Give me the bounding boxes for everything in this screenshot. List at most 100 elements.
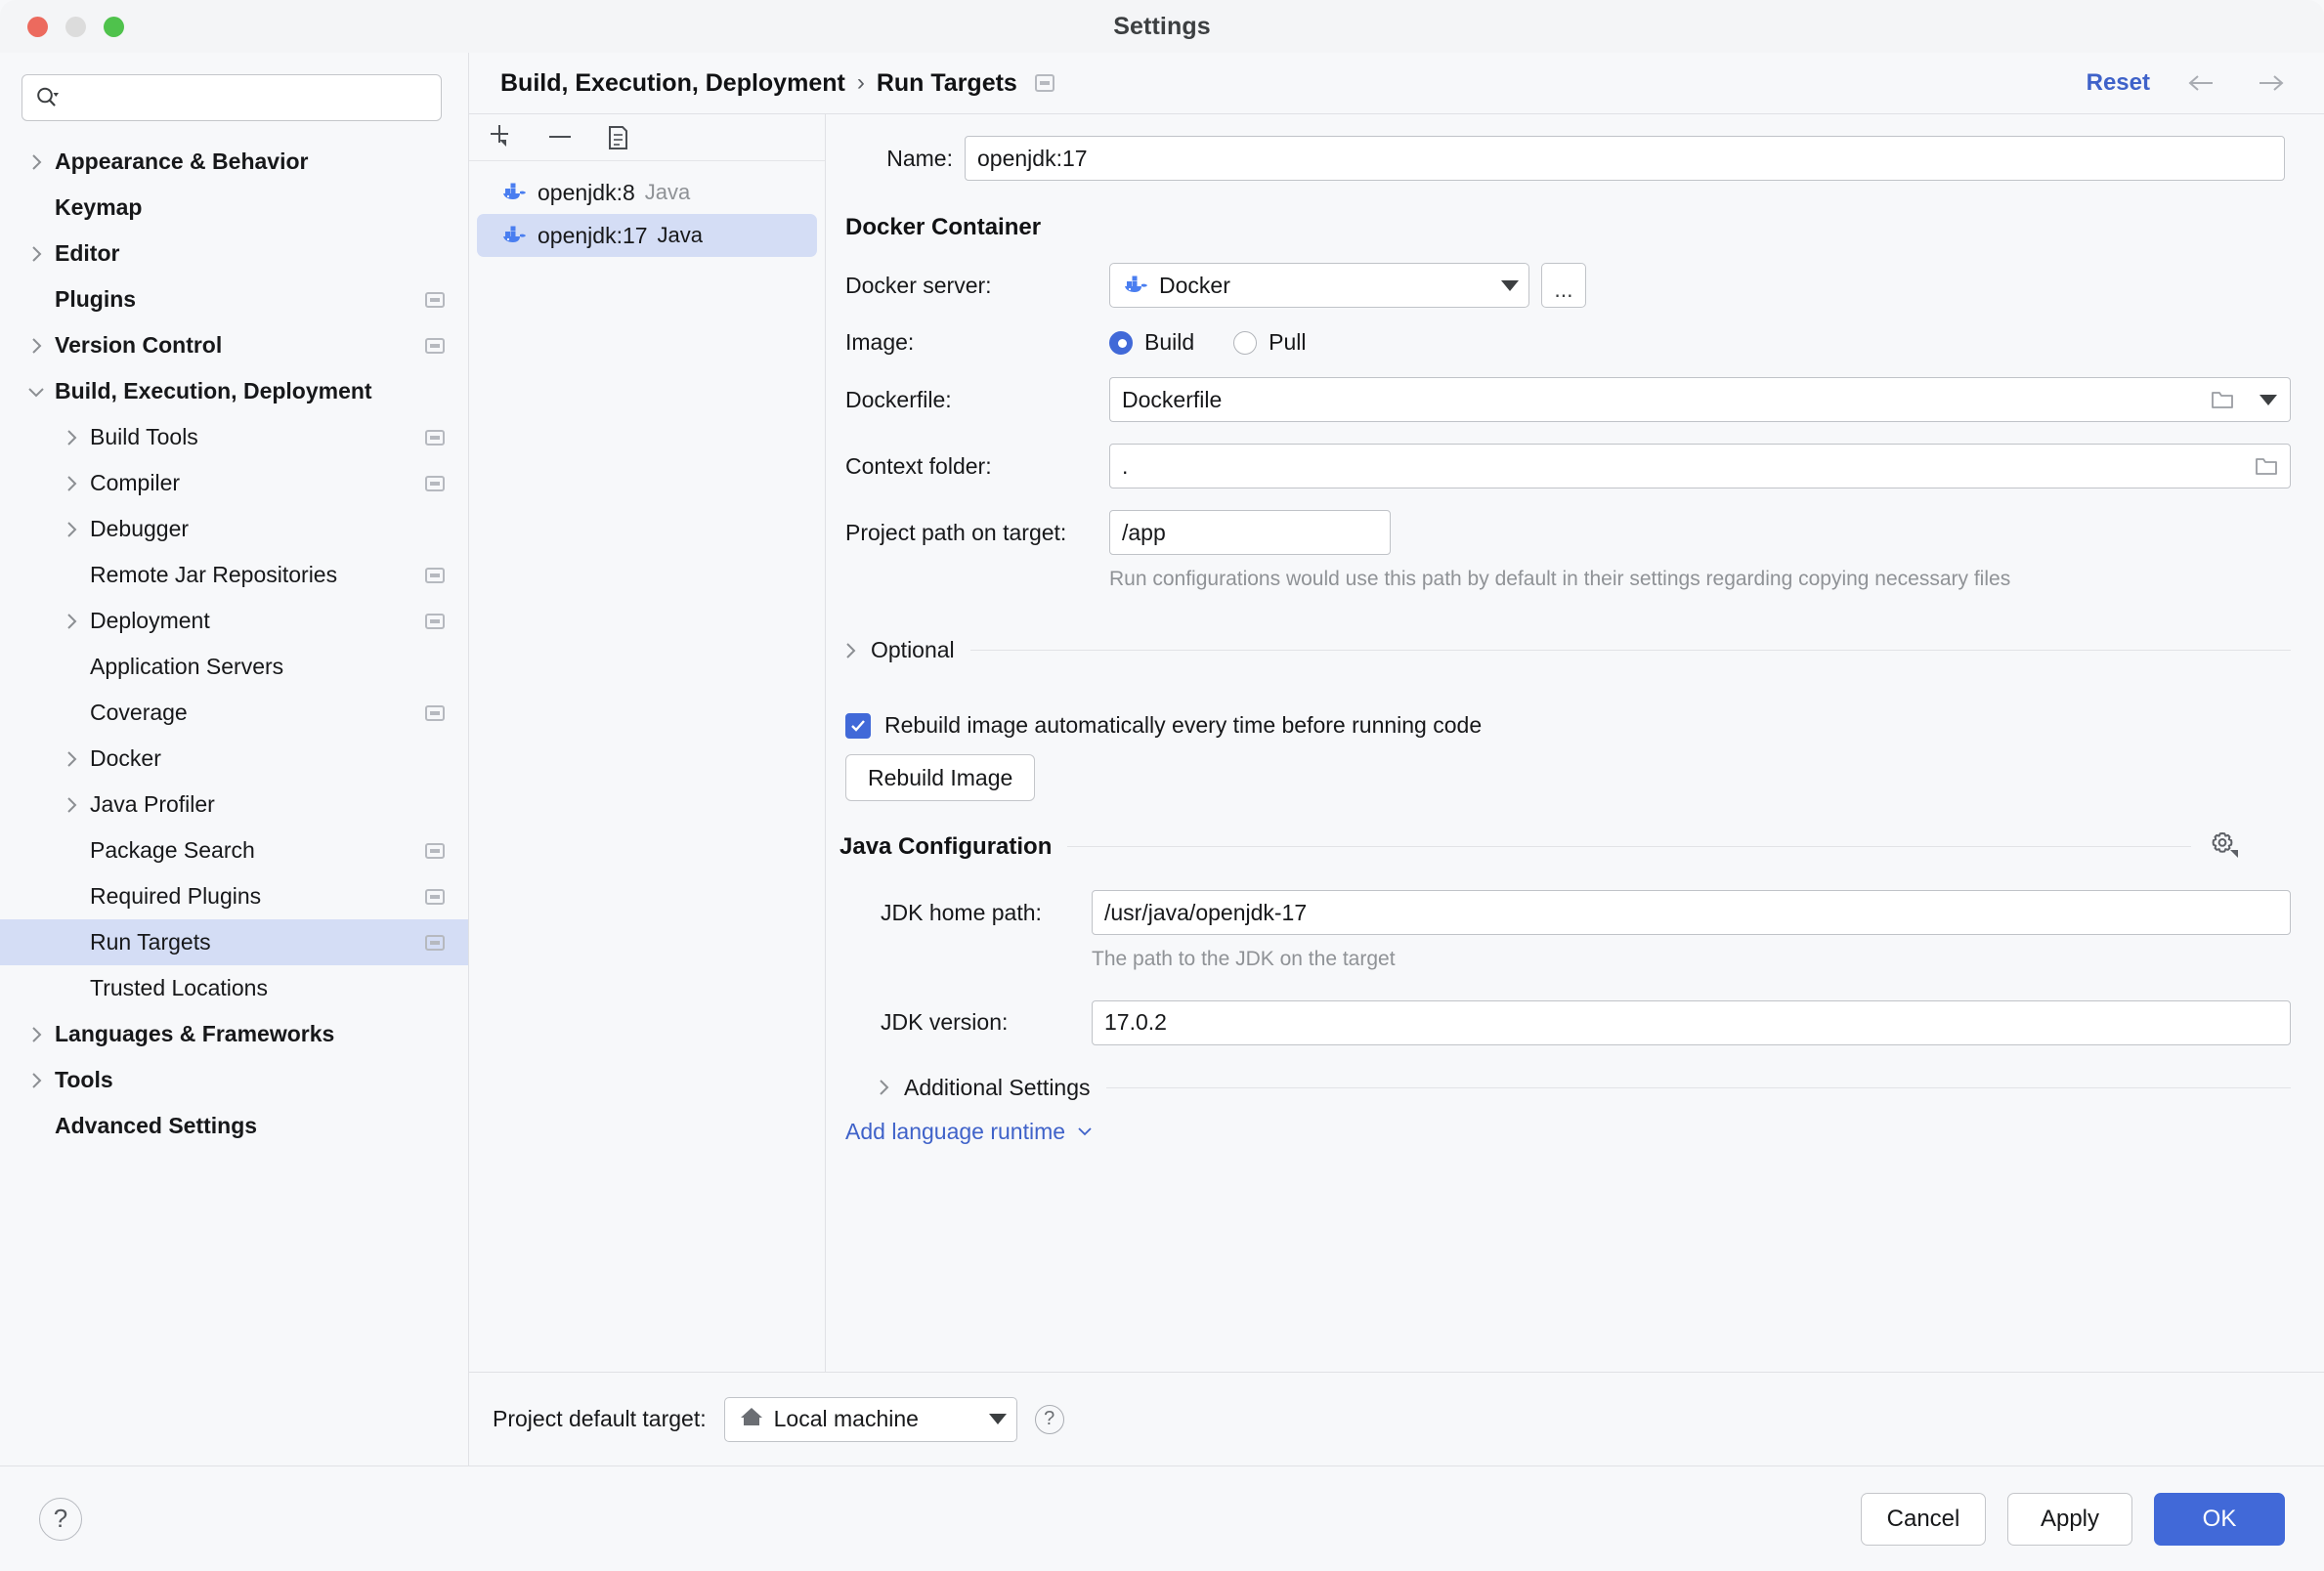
sidebar-item-compiler[interactable]: Compiler <box>0 460 468 506</box>
docker-server-value: Docker <box>1159 273 1230 299</box>
additional-settings-label: Additional Settings <box>904 1075 1091 1101</box>
footer-left: ? <box>39 1498 82 1541</box>
name-input[interactable] <box>965 136 2285 181</box>
add-language-runtime-button[interactable]: Add language runtime <box>845 1119 1095 1145</box>
project-path-input[interactable] <box>1109 510 1391 555</box>
image-radio-build[interactable]: Build <box>1109 329 1194 356</box>
search-input[interactable] <box>65 86 429 109</box>
chevron-right-icon <box>873 1077 894 1098</box>
chevron-right-icon[interactable] <box>55 473 88 494</box>
apply-button[interactable]: Apply <box>2007 1493 2132 1546</box>
search-box[interactable] <box>22 74 442 121</box>
target-list-item[interactable]: openjdk:8Java <box>477 171 817 214</box>
chevron-right-icon[interactable] <box>20 1070 53 1091</box>
image-label: Image: <box>845 329 1109 356</box>
rebuild-checkbox-row[interactable]: Rebuild image automatically every time b… <box>826 712 2291 739</box>
sidebar-item-trusted-locations[interactable]: Trusted Locations <box>0 965 468 1011</box>
sidebar-item-java-profiler[interactable]: Java Profiler <box>0 782 468 828</box>
settings-badge-icon <box>425 705 445 721</box>
close-window-button[interactable] <box>27 17 48 37</box>
folder-icon[interactable] <box>2205 388 2240 411</box>
breadcrumb-leaf: Run Targets <box>877 69 1017 98</box>
additional-settings-toggle[interactable]: Additional Settings <box>826 1075 2291 1101</box>
dockerfile-input[interactable] <box>1122 387 2205 413</box>
project-path-label: Project path on target: <box>845 520 1109 546</box>
maximize-window-button[interactable] <box>104 17 124 37</box>
project-default-target-select[interactable]: Local machine <box>724 1397 1017 1442</box>
sidebar-item-version-control[interactable]: Version Control <box>0 322 468 368</box>
jdk-home-input[interactable] <box>1092 890 2291 935</box>
reset-button[interactable]: Reset <box>2087 69 2150 97</box>
remove-target-button[interactable] <box>543 121 577 154</box>
sidebar-item-package-search[interactable]: Package Search <box>0 828 468 873</box>
chevron-right-icon[interactable] <box>55 519 88 540</box>
sidebar-item-run-targets[interactable]: Run Targets <box>0 919 468 965</box>
question-mark-icon[interactable]: ? <box>1035 1405 1064 1434</box>
dockerfile-dropdown-button[interactable] <box>2246 377 2291 422</box>
project-path-helper: Run configurations would use this path b… <box>1109 565 2291 594</box>
sidebar-item-deployment[interactable]: Deployment <box>0 598 468 644</box>
optional-divider <box>970 650 2291 651</box>
dockerfile-field[interactable] <box>1109 377 2246 422</box>
image-radio-pull[interactable]: Pull <box>1233 329 1306 356</box>
chevron-right-icon[interactable] <box>55 427 88 448</box>
sidebar-item-remote-jar-repositories[interactable]: Remote Jar Repositories <box>0 552 468 598</box>
settings-badge-icon <box>425 935 445 951</box>
sidebar-item-docker[interactable]: Docker <box>0 736 468 782</box>
sidebar-item-application-servers[interactable]: Application Servers <box>0 644 468 690</box>
chevron-right-icon[interactable] <box>20 1024 53 1045</box>
chevron-right-icon[interactable] <box>20 243 53 265</box>
context-folder-input[interactable] <box>1122 453 2249 480</box>
breadcrumb-root[interactable]: Build, Execution, Deployment <box>500 69 845 98</box>
minimize-window-button[interactable] <box>65 17 86 37</box>
name-row: Name: <box>826 136 2291 181</box>
help-button[interactable]: ? <box>39 1498 82 1541</box>
rebuild-image-button[interactable]: Rebuild Image <box>845 754 1035 801</box>
sidebar-item-debugger[interactable]: Debugger <box>0 506 468 552</box>
window-controls[interactable] <box>27 17 124 37</box>
sidebar-item-required-plugins[interactable]: Required Plugins <box>0 873 468 919</box>
target-list-item[interactable]: openjdk:17Java <box>477 214 817 257</box>
sidebar-item-editor[interactable]: Editor <box>0 231 468 276</box>
chevron-right-icon[interactable] <box>20 335 53 357</box>
cancel-button[interactable]: Cancel <box>1861 1493 1986 1546</box>
add-target-button[interactable] <box>485 121 518 154</box>
settings-badge-icon <box>425 338 445 354</box>
target-detail-panel: Name: Docker Container Docker server: <box>826 113 2324 1372</box>
sidebar-item-appearance-behavior[interactable]: Appearance & Behavior <box>0 139 468 185</box>
settings-badge-icon <box>425 430 445 446</box>
docker-server-select[interactable]: Docker <box>1109 263 1529 308</box>
folder-icon[interactable] <box>2249 454 2284 478</box>
sidebar-item-label: Plugins <box>55 286 136 313</box>
copy-target-button[interactable] <box>602 121 635 154</box>
sidebar-item-label: Build, Execution, Deployment <box>55 378 372 404</box>
sidebar-item-plugins[interactable]: Plugins <box>0 276 468 322</box>
sidebar-item-languages-frameworks[interactable]: Languages & Frameworks <box>0 1011 468 1057</box>
sidebar-item-advanced-settings[interactable]: Advanced Settings <box>0 1103 468 1149</box>
project-path-row: Project path on target: <box>826 510 2291 555</box>
docker-server-browse-button[interactable]: ... <box>1541 263 1586 308</box>
sidebar-item-coverage[interactable]: Coverage <box>0 690 468 736</box>
ok-button[interactable]: OK <box>2154 1493 2285 1546</box>
chevron-right-icon[interactable] <box>55 611 88 632</box>
sidebar-item-build-tools[interactable]: Build Tools <box>0 414 468 460</box>
chevron-right-icon[interactable] <box>55 794 88 816</box>
target-language: Java <box>645 180 690 205</box>
chevron-right-icon[interactable] <box>20 151 53 173</box>
jdk-version-input[interactable] <box>1092 1000 2291 1045</box>
sidebar-item-keymap[interactable]: Keymap <box>0 185 468 231</box>
settings-tree: Appearance & BehaviorKeymapEditor Plugins… <box>0 139 468 1149</box>
chevron-right-icon[interactable] <box>55 748 88 770</box>
add-language-runtime-wrap: Add language runtime <box>826 1119 2291 1145</box>
arrow-right-icon[interactable] <box>2254 68 2287 98</box>
sidebar-item-build-execution-deployment[interactable]: Build, Execution, Deployment <box>0 368 468 414</box>
chevron-down-icon[interactable] <box>20 381 53 403</box>
optional-section-toggle[interactable]: Optional <box>826 637 2291 663</box>
image-radio-group: Build Pull <box>1109 329 1307 356</box>
sidebar-item-tools[interactable]: Tools <box>0 1057 468 1103</box>
arrow-left-icon[interactable] <box>2185 68 2218 98</box>
context-folder-field[interactable] <box>1109 444 2291 488</box>
image-radio-label: Pull <box>1269 329 1306 356</box>
rebuild-checkbox[interactable] <box>845 713 871 739</box>
gear-with-dropdown-icon[interactable] <box>2207 828 2240 865</box>
